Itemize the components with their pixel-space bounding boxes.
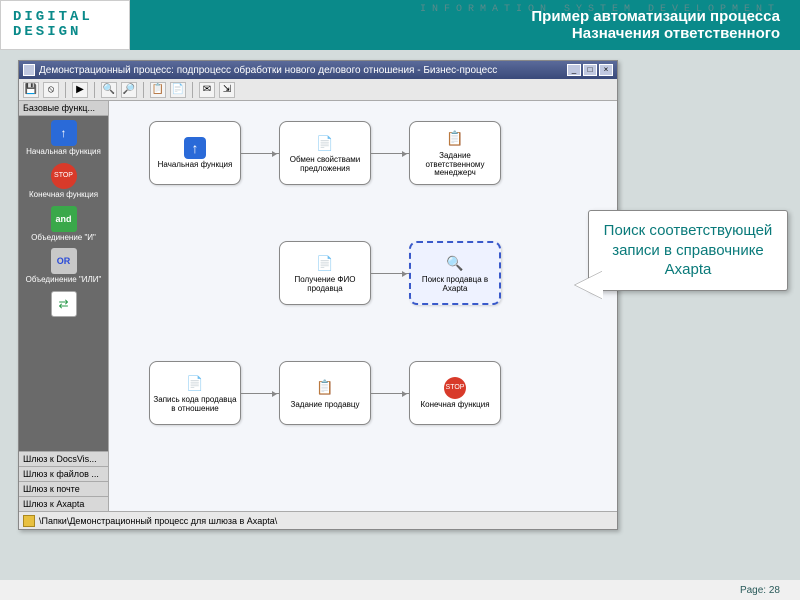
palette-item-start[interactable]: ↑ Начальная функция	[21, 120, 106, 157]
logo-line2: DESIGN	[13, 25, 129, 40]
separator	[65, 82, 66, 98]
zoom-out-icon[interactable]: 🔎	[121, 82, 137, 98]
document-icon: 📄	[314, 252, 336, 274]
slide-title-2: Назначения ответственного	[572, 25, 780, 42]
node-exchange[interactable]: 📄 Обмен свойствами предложения	[279, 121, 371, 185]
palette-label: Объединение "И"	[31, 234, 96, 243]
node-write-code[interactable]: 📄 Запись кода продавца в отношение	[149, 361, 241, 425]
palette-label: Начальная функция	[26, 148, 101, 157]
arrow-up-icon: ↑	[51, 120, 77, 146]
node-end[interactable]: STOP Конечная функция	[409, 361, 501, 425]
palette-items: ↑ Начальная функция STOP Конечная функци…	[19, 116, 108, 451]
stop-icon[interactable]: ⦸	[43, 82, 59, 98]
separator	[94, 82, 95, 98]
toolbar: 💾 ⦸ ▶ 🔍 🔎 📋 📄 ✉ ⇲	[19, 79, 617, 101]
and-icon: and	[51, 206, 77, 232]
play-icon[interactable]: ▶	[72, 82, 88, 98]
node-label: Поиск продавца в Axapta	[413, 276, 497, 294]
callout: Поиск соответствующей записи в справочни…	[588, 210, 788, 291]
window-icon	[23, 64, 35, 76]
copy-icon[interactable]: 📋	[150, 82, 166, 98]
node-label: Запись кода продавца в отношение	[152, 396, 238, 414]
status-bar: \Папки\Демонстрационный процесс для шлюз…	[19, 511, 617, 529]
search-icon: 🔍	[444, 252, 466, 274]
window-title-text: Демонстрационный процесс: подпроцесс обр…	[39, 65, 567, 76]
stop-icon: STOP	[444, 377, 466, 399]
maximize-button[interactable]: □	[583, 64, 597, 76]
connector	[371, 273, 409, 274]
close-button[interactable]: ×	[599, 64, 613, 76]
node-task-manager[interactable]: 📋 Задание ответственному менеджерч	[409, 121, 501, 185]
folder-icon	[23, 515, 35, 527]
main-area: Демонстрационный процесс: подпроцесс обр…	[0, 50, 800, 580]
window-body: Базовые функц... ↑ Начальная функция STO…	[19, 101, 617, 511]
node-search-axapta[interactable]: 🔍 Поиск продавца в Axapta	[409, 241, 501, 305]
separator	[192, 82, 193, 98]
node-label: Задание продавцу	[291, 401, 360, 410]
zoom-in-icon[interactable]: 🔍	[101, 82, 117, 98]
canvas[interactable]: ↑ Начальная функция 📄 Обмен свойствами п…	[109, 101, 617, 511]
mail-icon[interactable]: ✉	[199, 82, 215, 98]
connector	[371, 153, 409, 154]
callout-tail	[561, 271, 603, 299]
save-icon[interactable]: 💾	[23, 82, 39, 98]
node-label: Получение ФИО продавца	[282, 276, 368, 294]
status-path: \Папки\Демонстрационный процесс для шлюз…	[39, 516, 277, 526]
connector	[241, 153, 279, 154]
window-titlebar[interactable]: Демонстрационный процесс: подпроцесс обр…	[19, 61, 617, 79]
export-icon[interactable]: ⇲	[219, 82, 235, 98]
gateway-files[interactable]: Шлюз к файлов ...	[19, 466, 108, 481]
connector	[371, 393, 409, 394]
palette-label: Конечная функция	[29, 191, 98, 200]
node-get-seller[interactable]: 📄 Получение ФИО продавца	[279, 241, 371, 305]
document-icon: 📋	[314, 377, 336, 399]
node-label: Конечная функция	[420, 401, 489, 410]
app-window: Демонстрационный процесс: подпроцесс обр…	[18, 60, 618, 530]
palette-item-or[interactable]: OR Объединение "ИЛИ"	[21, 248, 106, 285]
palette-tab[interactable]: Базовые функц...	[19, 101, 108, 116]
stop-icon: STOP	[51, 163, 77, 189]
separator	[143, 82, 144, 98]
palette-label: Объединение "ИЛИ"	[26, 276, 102, 285]
minimize-button[interactable]: _	[567, 64, 581, 76]
node-task-seller[interactable]: 📋 Задание продавцу	[279, 361, 371, 425]
palette-item-swap[interactable]: ⇄	[21, 291, 106, 317]
document-icon: 📋	[444, 128, 466, 150]
logo: DIGITAL DESIGN	[0, 0, 130, 50]
document-icon: 📄	[314, 132, 336, 154]
swap-icon: ⇄	[51, 291, 77, 317]
palette-footer: Шлюз к DocsVis... Шлюз к файлов ... Шлюз…	[19, 451, 108, 511]
palette: Базовые функц... ↑ Начальная функция STO…	[19, 101, 109, 511]
node-label: Обмен свойствами предложения	[282, 156, 368, 174]
gateway-docsvis[interactable]: Шлюз к DocsVis...	[19, 451, 108, 466]
arrow-up-icon: ↑	[184, 137, 206, 159]
node-start[interactable]: ↑ Начальная функция	[149, 121, 241, 185]
document-icon: 📄	[184, 372, 206, 394]
paste-icon[interactable]: 📄	[170, 82, 186, 98]
gateway-mail[interactable]: Шлюз к почте	[19, 481, 108, 496]
logo-line1: DIGITAL	[13, 10, 129, 25]
page-number: Page: 28	[740, 585, 780, 596]
or-icon: OR	[51, 248, 77, 274]
node-label: Задание ответственному менеджерч	[412, 152, 498, 178]
tagline: INFORMATION SYSTEM DEVELOPMENT	[420, 4, 780, 15]
connector	[241, 393, 279, 394]
node-label: Начальная функция	[158, 161, 233, 170]
palette-item-and[interactable]: and Объединение "И"	[21, 206, 106, 243]
gateway-axapta[interactable]: Шлюз к Axapta	[19, 496, 108, 511]
palette-item-end[interactable]: STOP Конечная функция	[21, 163, 106, 200]
callout-text: Поиск соответствующей записи в справочни…	[597, 221, 779, 280]
